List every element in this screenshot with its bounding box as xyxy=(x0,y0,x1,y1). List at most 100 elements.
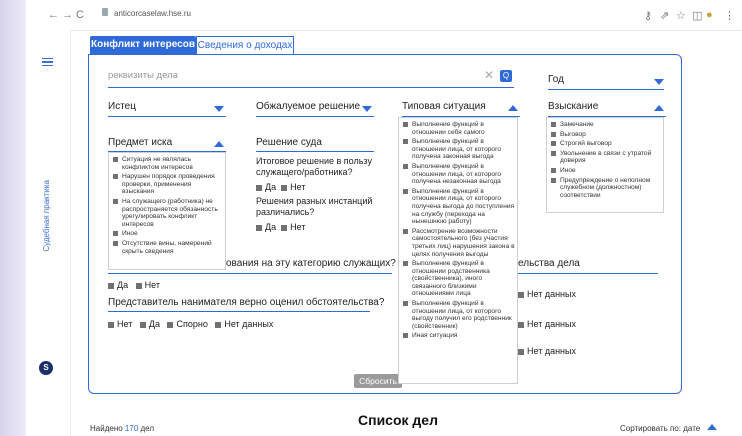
penalty-option-checkbox[interactable] xyxy=(551,122,556,127)
share-icon[interactable]: ⇗ xyxy=(660,9,669,22)
penalty-option-checkbox[interactable] xyxy=(551,131,556,137)
menu-dots-icon[interactable]: ⋮ xyxy=(724,9,735,22)
penalty-option-checkbox[interactable] xyxy=(551,150,556,156)
back-icon[interactable]: ← xyxy=(48,9,59,21)
typical-option-checkbox[interactable] xyxy=(403,228,408,234)
penalty-option-checkbox[interactable] xyxy=(551,141,556,147)
reload-icon[interactable]: C xyxy=(76,9,84,21)
q1-yes-checkbox[interactable] xyxy=(256,184,262,191)
year-filter[interactable]: Год xyxy=(548,74,564,85)
subject-option-label: Ситуация не являлась конфликтом интересо… xyxy=(122,156,193,171)
star-icon[interactable]: ☆ xyxy=(676,9,686,22)
reset-button[interactable]: Сбросить xyxy=(354,374,402,388)
typical-option[interactable]: Выполнение функций в отношении себя само… xyxy=(403,121,515,136)
q1-no-checkbox[interactable] xyxy=(281,184,288,191)
typical-option-checkbox[interactable] xyxy=(403,333,408,339)
subject-chevron-up-icon[interactable] xyxy=(214,141,224,147)
typical-option-checkbox[interactable] xyxy=(403,301,408,307)
subject-option-checkbox[interactable] xyxy=(113,198,118,204)
penalty-chevron-up-icon[interactable] xyxy=(654,105,664,111)
typical-option[interactable]: Выполнение функций в отношении родственн… xyxy=(403,260,515,298)
penalty-option-checkbox[interactable] xyxy=(551,167,556,173)
penalty-option[interactable]: Предупреждение о неполном служебном (дол… xyxy=(551,177,661,200)
key-icon[interactable]: ⚷ xyxy=(644,9,652,22)
court-q2-options: Да Нет xyxy=(256,222,305,232)
typical-option-label: Выполнение функций в отношении родственн… xyxy=(412,260,490,298)
right-nodata-3-checkbox[interactable] xyxy=(518,348,524,355)
plaintiff-chevron-down-icon[interactable] xyxy=(214,106,224,112)
category-question-underline xyxy=(108,273,392,274)
employer-question: Представитель нанимателя верно оценил об… xyxy=(108,297,385,308)
q2-no-checkbox[interactable] xyxy=(281,224,288,231)
right-nodata-2-label: Нет данных xyxy=(527,319,576,329)
tab-conflict-of-interest[interactable]: Конфликт интересов xyxy=(90,36,196,54)
lock-icon xyxy=(102,8,108,16)
employer-question-underline xyxy=(108,311,370,312)
typical-option-checkbox[interactable] xyxy=(403,261,408,267)
employer-no-label: Нет xyxy=(117,319,133,329)
q2-yes-checkbox[interactable] xyxy=(256,224,262,231)
subject-option[interactable]: Иное xyxy=(113,230,223,238)
category-no-checkbox[interactable] xyxy=(135,282,142,289)
typical-option[interactable]: Выполнение функций в отношении лица, от … xyxy=(403,300,515,330)
subject-option-checkbox[interactable] xyxy=(113,157,118,162)
employer-disputed-checkbox[interactable] xyxy=(167,321,174,328)
typical-option[interactable]: Выполнение функций в отношении лица, от … xyxy=(403,163,515,186)
claim-subject-filter[interactable]: Предмет иска xyxy=(108,137,172,148)
profile-icon[interactable]: ● xyxy=(706,9,713,21)
appealed-decision-filter[interactable]: Обжалуемое решение xyxy=(256,101,360,112)
sort-control[interactable]: Сортировать по: дате xyxy=(620,424,700,433)
appealed-chevron-down-icon[interactable] xyxy=(362,106,372,112)
penalty-filter[interactable]: Взыскание xyxy=(548,101,598,112)
category-yes-label: Да xyxy=(117,280,129,290)
hamburger-menu-icon[interactable] xyxy=(42,58,53,66)
subject-dropdown-list: Ситуация не являлась конфликтом интересо… xyxy=(108,152,226,270)
subject-option[interactable]: Нарушен порядок проведения проверки, при… xyxy=(113,173,223,196)
subject-option[interactable]: Отсутствие вины, намерений скрыть сведен… xyxy=(113,240,223,255)
found-prefix: Найдено xyxy=(90,424,123,433)
category-question-partial: ования на эту категорию служащих? xyxy=(226,258,396,269)
category-options: Да Нет xyxy=(108,280,160,290)
penalty-option[interactable]: Увольнение в связи с утратой доверия xyxy=(551,150,661,165)
subject-option-checkbox[interactable] xyxy=(113,174,118,180)
right-nodata-1-checkbox[interactable] xyxy=(518,291,524,298)
typical-option[interactable]: Выполнение функций в отношении лица, от … xyxy=(403,138,515,161)
right-nodata-3-label: Нет данных xyxy=(527,346,576,356)
found-count: Найдено 170 дел xyxy=(90,424,154,433)
q2-yes-label: Да xyxy=(265,222,277,232)
year-chevron-down-icon[interactable] xyxy=(654,79,664,85)
typical-situation-filter[interactable]: Типовая ситуация xyxy=(402,101,486,112)
subject-option-checkbox[interactable] xyxy=(113,231,118,237)
penalty-option[interactable]: Строгий выговор xyxy=(551,140,661,148)
right-nodata-2-checkbox[interactable] xyxy=(518,321,524,328)
sort-arrow-up-icon[interactable] xyxy=(707,424,717,430)
case-search-input[interactable]: реквизиты дела xyxy=(108,70,178,81)
employer-no-checkbox[interactable] xyxy=(108,321,114,328)
penalty-option[interactable]: Иное xyxy=(551,167,661,175)
tab-income-info[interactable]: Сведения о доходах xyxy=(196,36,294,54)
subject-option[interactable]: На служащего (работника) не распространя… xyxy=(113,198,223,228)
typical-option-checkbox[interactable] xyxy=(403,122,408,127)
penalty-option[interactable]: Замечание xyxy=(551,121,661,129)
employer-yes-checkbox[interactable] xyxy=(139,321,146,328)
typical-option[interactable]: Рассмотрение возможности самостоятельног… xyxy=(403,228,515,258)
typical-option-checkbox[interactable] xyxy=(403,163,408,169)
sidebar-section-label[interactable]: Судебная практика xyxy=(42,180,51,252)
address-bar[interactable]: anticorcaselaw.hse.ru xyxy=(114,9,191,18)
subject-option-checkbox[interactable] xyxy=(113,240,118,246)
penalty-option-checkbox[interactable] xyxy=(551,177,556,183)
typical-option[interactable]: Выполнение функций в отношении лица, от … xyxy=(403,188,515,226)
forward-icon[interactable]: → xyxy=(62,9,73,21)
category-yes-checkbox[interactable] xyxy=(108,282,114,289)
typical-option-checkbox[interactable] xyxy=(403,139,408,145)
typical-option-checkbox[interactable] xyxy=(403,188,408,194)
subject-option[interactable]: Ситуация не являлась конфликтом интересо… xyxy=(113,156,223,171)
search-button[interactable]: Q xyxy=(500,70,512,82)
window-icon[interactable]: ◫ xyxy=(692,9,702,22)
typical-option[interactable]: Иная ситуация xyxy=(403,332,515,340)
plaintiff-filter[interactable]: Истец xyxy=(108,101,136,112)
typical-chevron-up-icon[interactable] xyxy=(508,105,518,111)
clear-search-icon[interactable]: ✕ xyxy=(484,68,494,82)
employer-nodata-checkbox[interactable] xyxy=(215,321,222,328)
penalty-option[interactable]: Выговор xyxy=(551,131,661,139)
